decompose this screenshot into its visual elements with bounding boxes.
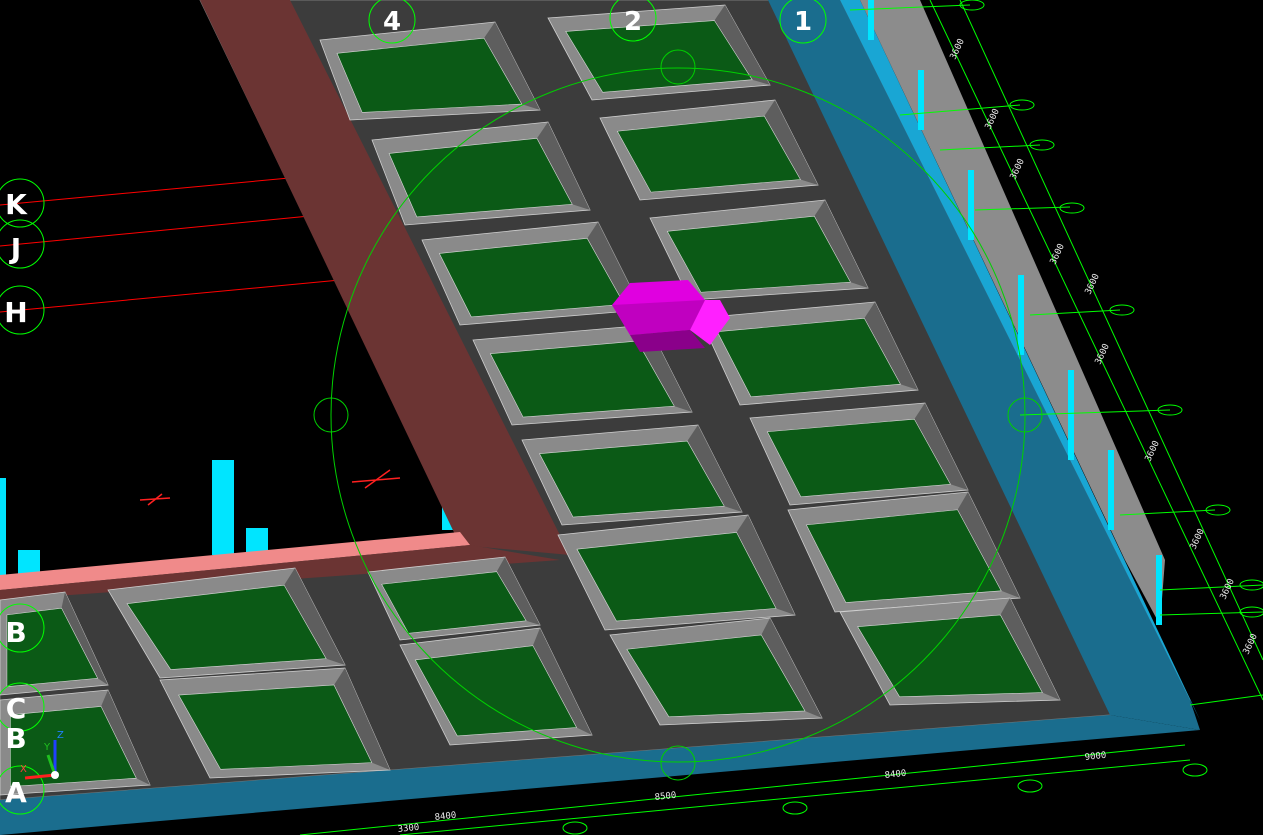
svg-text:B: B: [5, 722, 26, 755]
svg-text:C: C: [6, 692, 27, 725]
ucs-z-label: Z: [57, 730, 64, 741]
cad-3d-viewport[interactable]: 9000 8400 8500 8400 3300 3600 3600 3600 360…: [0, 0, 1263, 835]
ucs-y-label: Y: [43, 742, 51, 753]
svg-text:A: A: [5, 776, 27, 809]
svg-text:2: 2: [624, 7, 642, 37]
svg-text:1: 1: [794, 7, 812, 37]
ucs-x-label: X: [20, 764, 27, 775]
svg-text:B: B: [5, 616, 26, 649]
svg-text:H: H: [4, 296, 27, 329]
svg-text:J: J: [9, 232, 21, 265]
grid-bubble-B-lower: B: [5, 722, 26, 755]
svg-text:K: K: [5, 188, 28, 221]
svg-text:4: 4: [383, 7, 401, 37]
model-canvas[interactable]: 9000 8400 8500 8400 3300 360036003600360…: [0, 0, 1263, 835]
